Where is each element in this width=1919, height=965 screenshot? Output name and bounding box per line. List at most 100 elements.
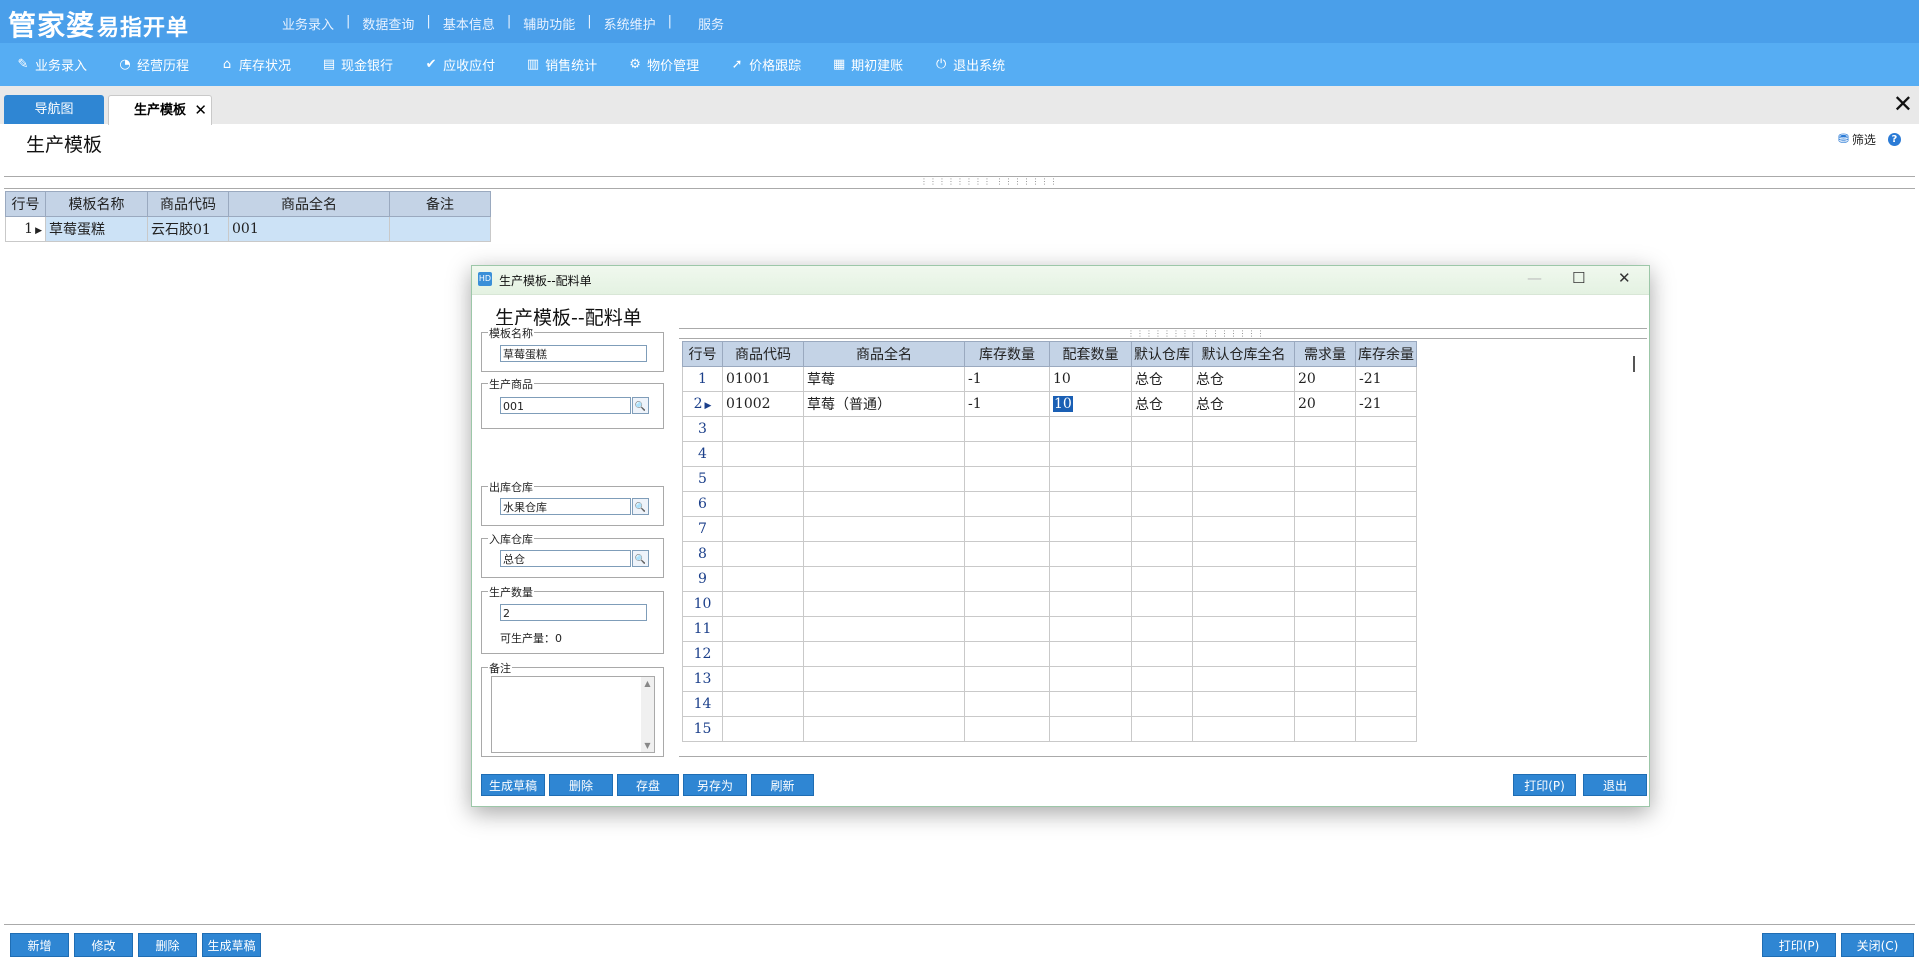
grid-cell[interactable] — [803, 516, 965, 542]
tab-navigation[interactable]: 导航图 — [4, 95, 104, 124]
grid-cell[interactable] — [1355, 416, 1417, 442]
note-textarea[interactable]: ▲ ▼ — [491, 676, 655, 753]
set-qty-selected-text[interactable]: 10 — [1053, 396, 1073, 412]
grid-cell[interactable] — [1049, 566, 1132, 592]
grid-cell[interactable] — [964, 491, 1050, 517]
toolbar-opening-setup[interactable]: ▦ 期初建账 — [816, 43, 918, 86]
grid-cell[interactable] — [1355, 466, 1417, 492]
grid-cell[interactable] — [803, 591, 965, 617]
row-number-cell[interactable]: 6 — [682, 491, 723, 517]
column-header[interactable]: 默认仓库 — [1131, 341, 1193, 367]
grid-cell[interactable] — [1192, 616, 1295, 642]
menu-data-query[interactable]: 数据查询 — [350, 14, 426, 33]
grid-cell[interactable] — [722, 566, 804, 592]
grid-cell[interactable] — [722, 616, 804, 642]
save-as-button[interactable]: 另存为 — [683, 774, 747, 796]
out-warehouse-input[interactable]: 水果仓库 — [500, 498, 631, 515]
product-name-cell[interactable]: 草莓 — [803, 366, 965, 392]
grid-cell[interactable] — [964, 441, 1050, 467]
toolbar-receivables[interactable]: ✔ 应收应付 — [408, 43, 510, 86]
help-icon[interactable]: ? — [1887, 133, 1901, 146]
toolbar-price-tracking[interactable]: ➚ 价格跟踪 — [714, 43, 816, 86]
grid-cell[interactable] — [803, 466, 965, 492]
grid-cell[interactable] — [722, 416, 804, 442]
row-number-cell[interactable]: 12 — [682, 641, 723, 667]
print-button[interactable]: 打印(P) — [1762, 933, 1836, 957]
dialog-titlebar[interactable]: HD 生产模板--配料单 — ☐ ✕ — [472, 266, 1649, 295]
minimize-icon[interactable]: — — [1527, 269, 1542, 287]
close-icon[interactable]: ✕ — [194, 96, 207, 125]
product-name-cell[interactable]: 草莓（普通） — [803, 391, 965, 417]
grid-cell[interactable] — [1355, 541, 1417, 567]
grid-cell[interactable] — [1049, 466, 1132, 492]
grid-cell[interactable] — [1294, 566, 1356, 592]
grid-cell[interactable] — [722, 466, 804, 492]
grid-cell[interactable] — [1049, 666, 1132, 692]
grid-cell[interactable] — [1131, 566, 1193, 592]
grid-cell[interactable] — [1049, 591, 1132, 617]
row-number-cell[interactable]: 15 — [682, 716, 723, 742]
need-qty-cell[interactable]: 20 — [1294, 366, 1356, 392]
product-input[interactable]: 001 — [500, 397, 631, 414]
column-header[interactable]: 商品全名 — [228, 191, 390, 217]
in-warehouse-input[interactable]: 总仓 — [500, 550, 631, 567]
column-header[interactable]: 商品代码 — [722, 341, 804, 367]
grid-cell[interactable] — [964, 691, 1050, 717]
generate-draft-button[interactable]: 生成草稿 — [481, 774, 545, 796]
column-header[interactable]: 商品全名 — [803, 341, 965, 367]
grid-cell[interactable] — [1192, 516, 1295, 542]
grid-cell[interactable] — [1131, 466, 1193, 492]
grid-cell[interactable] — [1049, 416, 1132, 442]
grid-cell[interactable] — [722, 491, 804, 517]
note-cell[interactable] — [389, 216, 491, 242]
grid-cell[interactable] — [1355, 516, 1417, 542]
add-button[interactable]: 新增 — [10, 933, 69, 957]
warehouse-full-cell[interactable]: 总仓 — [1192, 391, 1295, 417]
grid-cell[interactable] — [1049, 716, 1132, 742]
grid-cell[interactable] — [1355, 666, 1417, 692]
grid-cell[interactable] — [1192, 541, 1295, 567]
grid-cell[interactable] — [1049, 541, 1132, 567]
need-qty-cell[interactable]: 20 — [1294, 391, 1356, 417]
column-header[interactable]: 模板名称 — [45, 191, 148, 217]
grid-cell[interactable] — [964, 466, 1050, 492]
grid-cell[interactable] — [722, 441, 804, 467]
grid-cell[interactable] — [964, 716, 1050, 742]
grid-cell[interactable] — [722, 541, 804, 567]
grid-cell[interactable] — [1294, 416, 1356, 442]
grid-cell[interactable] — [803, 441, 965, 467]
grid-cell[interactable] — [803, 566, 965, 592]
grid-cell[interactable] — [1131, 516, 1193, 542]
grid-cell[interactable] — [1192, 491, 1295, 517]
stock-qty-cell[interactable]: -1 — [964, 391, 1050, 417]
table-row[interactable]: 10 — [682, 591, 1417, 617]
row-number-cell[interactable]: 11 — [682, 616, 723, 642]
grid-cell[interactable] — [803, 691, 965, 717]
table-row[interactable]: 11 — [682, 616, 1417, 642]
grid-cell[interactable] — [1131, 591, 1193, 617]
row-number-cell[interactable]: 1 ▶ — [5, 216, 46, 242]
toolbar-price-management[interactable]: ⚙ 物价管理 — [612, 43, 714, 86]
close-all-icon[interactable]: ✕ — [1893, 92, 1913, 116]
grid-cell[interactable] — [1049, 616, 1132, 642]
grid-cell[interactable] — [1192, 641, 1295, 667]
close-button[interactable]: 关闭(C) — [1841, 933, 1914, 957]
grid-cell[interactable] — [1131, 491, 1193, 517]
row-number-cell[interactable]: 4 — [682, 441, 723, 467]
grid-cell[interactable] — [1131, 541, 1193, 567]
grid-cell[interactable] — [1355, 616, 1417, 642]
remain-qty-cell[interactable]: -21 — [1355, 391, 1417, 417]
product-code-cell[interactable]: 云石胶01 — [147, 216, 229, 242]
grid-cell[interactable] — [1049, 441, 1132, 467]
table-row[interactable]: 7 — [682, 516, 1417, 542]
scrollbar-thumb[interactable] — [1633, 356, 1635, 372]
row-number-cell[interactable]: 10 — [682, 591, 723, 617]
table-row[interactable]: 1 ▶ 草莓蛋糕 云石胶01 001 — [5, 216, 491, 242]
grid-cell[interactable] — [1192, 466, 1295, 492]
table-row[interactable]: 3 — [682, 416, 1417, 442]
grid-cell[interactable] — [964, 516, 1050, 542]
grid-cell[interactable] — [1131, 641, 1193, 667]
grid-cell[interactable] — [1355, 566, 1417, 592]
note-scrollbar[interactable]: ▲ ▼ — [641, 677, 654, 752]
row-number-cell[interactable]: 7 — [682, 516, 723, 542]
